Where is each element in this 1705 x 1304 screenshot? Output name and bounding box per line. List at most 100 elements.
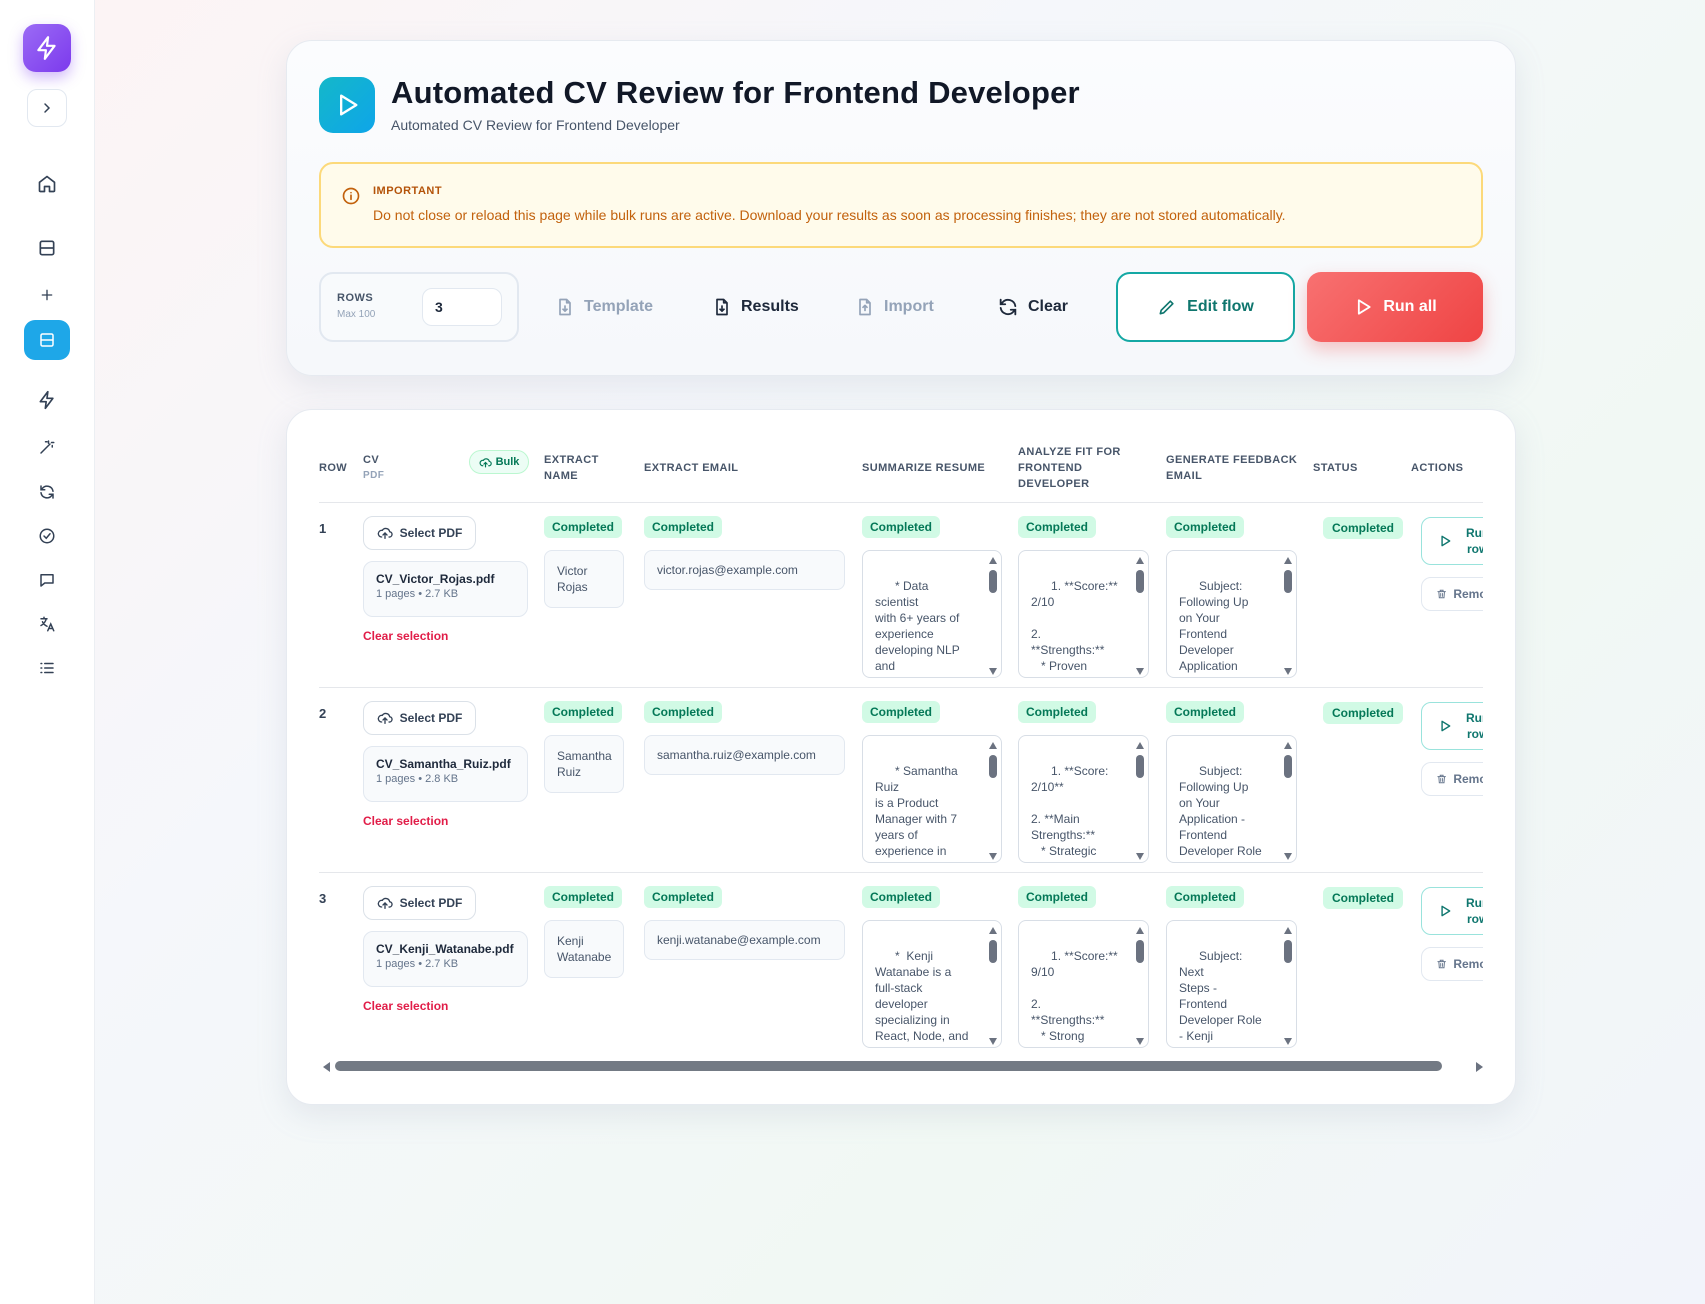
file-name: CV_Victor_Rojas.pdf: [376, 572, 495, 586]
table-row: 3 Select PDF CV_Kenji_Watanabe.pdf 1 pag…: [319, 873, 1483, 1050]
vertical-scrollbar[interactable]: [1135, 925, 1145, 1045]
plus-icon: [41, 289, 53, 301]
analysis-text: 1. **Score: 2/10** 2. **Main Strengths:*…: [1031, 764, 1109, 862]
expand-sidebar-button[interactable]: [27, 89, 67, 127]
layout-icon: [40, 333, 54, 347]
extracted-email: samantha.ruiz@example.com: [644, 735, 845, 775]
column-header-cv-sub: PDF: [363, 470, 385, 481]
status-badge: Completed: [1018, 701, 1097, 723]
alert-message: Do not close or reload this page while b…: [373, 207, 1286, 223]
template-button[interactable]: Template: [555, 272, 653, 342]
scroll-left-arrow[interactable]: [323, 1062, 330, 1072]
select-pdf-button[interactable]: Select PDF: [363, 886, 476, 920]
scroll-right-arrow[interactable]: [1476, 1062, 1483, 1072]
clear-selection-link[interactable]: Clear selection: [363, 999, 448, 1013]
column-header-extract-name-line: NAME: [544, 470, 578, 482]
vertical-scrollbar[interactable]: [1283, 925, 1293, 1045]
horizontal-scrollbar[interactable]: [323, 1058, 1483, 1076]
run-row-button[interactable]: Run row: [1421, 702, 1483, 750]
trash-icon: [1437, 774, 1446, 784]
summary-text: * Kenji Watanabe is a full-stack develop…: [875, 949, 969, 1047]
sidebar-item-magic[interactable]: [27, 429, 67, 465]
feedback-textarea[interactable]: Subject: Next Steps - Frontend Developer…: [1166, 920, 1297, 1048]
row-number: 3: [319, 891, 327, 906]
remove-label: Remove: [1453, 772, 1483, 786]
status-badge: Completed: [1166, 701, 1245, 723]
rows-max-label: Max 100: [337, 309, 376, 320]
status-badge: Completed: [544, 886, 623, 908]
sidebar-item-tasks[interactable]: [27, 518, 67, 554]
selected-file: CV_Victor_Rojas.pdf 1 pages • 2.7 KB: [363, 561, 528, 617]
rows-control: ROWS Max 100 3: [319, 272, 519, 342]
remove-row-button[interactable]: Remove: [1421, 577, 1483, 611]
sidebar-item-layout[interactable]: [27, 230, 67, 266]
vertical-scrollbar[interactable]: [1283, 555, 1293, 675]
vertical-scrollbar[interactable]: [1283, 740, 1293, 860]
status-badge: Completed: [1166, 516, 1245, 538]
bulk-runs-table: ROW CV PDF Bulk EXTRACT NAME EXTRACT EMA…: [319, 410, 1483, 1050]
vertical-scrollbar[interactable]: [988, 555, 998, 675]
feedback-textarea[interactable]: Subject: Following Up on Your Frontend D…: [1166, 550, 1297, 678]
vertical-scrollbar[interactable]: [1135, 740, 1145, 860]
analysis-textarea[interactable]: 1. **Score:** 9/10 2. **Strengths:** * S…: [1018, 920, 1149, 1048]
column-header-cv-label: CV: [363, 454, 380, 466]
remove-row-button[interactable]: Remove: [1421, 762, 1483, 796]
play-icon: [340, 94, 358, 116]
column-header-generate-feedback-line: EMAIL: [1166, 470, 1203, 482]
file-meta: 1 pages • 2.7 KB: [376, 958, 459, 970]
table-row: 1 Select PDF CV_Victor_Rojas.pdf 1 pages…: [319, 503, 1483, 688]
analysis-text: 1. **Score:** 2/10 2. **Strengths:** * P…: [1031, 579, 1118, 677]
results-button[interactable]: Results: [712, 272, 799, 342]
select-pdf-button[interactable]: Select PDF: [363, 516, 476, 550]
chevron-right-icon: [44, 103, 51, 113]
info-icon: [342, 187, 360, 205]
clear-selection-link[interactable]: Clear selection: [363, 629, 448, 643]
row-number: 2: [319, 706, 327, 721]
row-number: 1: [319, 521, 327, 536]
bulk-upload-button[interactable]: Bulk: [469, 450, 529, 474]
row-status-badge: Completed: [1323, 517, 1404, 539]
vertical-scrollbar[interactable]: [988, 925, 998, 1045]
status-badge: Completed: [644, 701, 723, 723]
feedback-textarea[interactable]: Subject: Following Up on Your Applicatio…: [1166, 735, 1297, 863]
status-badge: Completed: [544, 701, 623, 723]
cloud-upload-icon: [377, 897, 393, 909]
analysis-textarea[interactable]: 1. **Score: 2/10** 2. **Main Strengths:*…: [1018, 735, 1149, 863]
vertical-scrollbar[interactable]: [988, 740, 998, 860]
run-row-button[interactable]: Run row: [1421, 517, 1483, 565]
status-badge: Completed: [862, 886, 941, 908]
row-status-badge: Completed: [1323, 702, 1404, 724]
sidebar-item-translate[interactable]: [27, 606, 67, 642]
sidebar-item-bulk-runs[interactable]: [24, 320, 70, 360]
clear-selection-link[interactable]: Clear selection: [363, 814, 448, 828]
select-pdf-button[interactable]: Select PDF: [363, 701, 476, 735]
remove-row-button[interactable]: Remove: [1421, 947, 1483, 981]
selected-file: CV_Samantha_Ruiz.pdf 1 pages • 2.8 KB: [363, 746, 528, 802]
rows-label: ROWS: [337, 292, 374, 304]
summary-textarea[interactable]: * Samantha Ruiz is a Product Manager wit…: [862, 735, 1002, 863]
sidebar-item-flows[interactable]: [27, 382, 67, 418]
scroll-thumb[interactable]: [335, 1061, 1442, 1071]
run-all-button[interactable]: Run all: [1307, 272, 1483, 342]
sidebar-item-add[interactable]: [27, 277, 67, 313]
column-header-analyze-fit-line: ANALYZE FIT FOR: [1018, 446, 1121, 458]
refresh-icon: [40, 485, 54, 499]
summary-textarea[interactable]: * Kenji Watanabe is a full-stack develop…: [862, 920, 1002, 1048]
feedback-text: Subject: Following Up on Your Applicatio…: [1179, 764, 1262, 862]
sidebar-item-chat[interactable]: [27, 562, 67, 598]
alert-title: IMPORTANT: [373, 185, 443, 197]
edit-flow-button[interactable]: Edit flow: [1116, 272, 1295, 342]
rows-input[interactable]: 3: [422, 288, 502, 326]
sidebar-item-list[interactable]: [27, 650, 67, 686]
run-row-label: Run row: [1466, 710, 1483, 742]
sidebar-item-sync[interactable]: [27, 474, 67, 510]
analysis-textarea[interactable]: 1. **Score:** 2/10 2. **Strengths:** * P…: [1018, 550, 1149, 678]
run-row-button[interactable]: Run row: [1421, 887, 1483, 935]
summary-textarea[interactable]: * Data scientist with 6+ years of experi…: [862, 550, 1002, 678]
clear-button[interactable]: Clear: [997, 272, 1068, 342]
vertical-scrollbar[interactable]: [1135, 555, 1145, 675]
app-logo[interactable]: [23, 24, 71, 72]
import-button[interactable]: Import: [855, 272, 934, 342]
column-header-analyze-fit-line: FRONTEND: [1018, 462, 1083, 474]
sidebar-item-home[interactable]: [27, 166, 67, 202]
